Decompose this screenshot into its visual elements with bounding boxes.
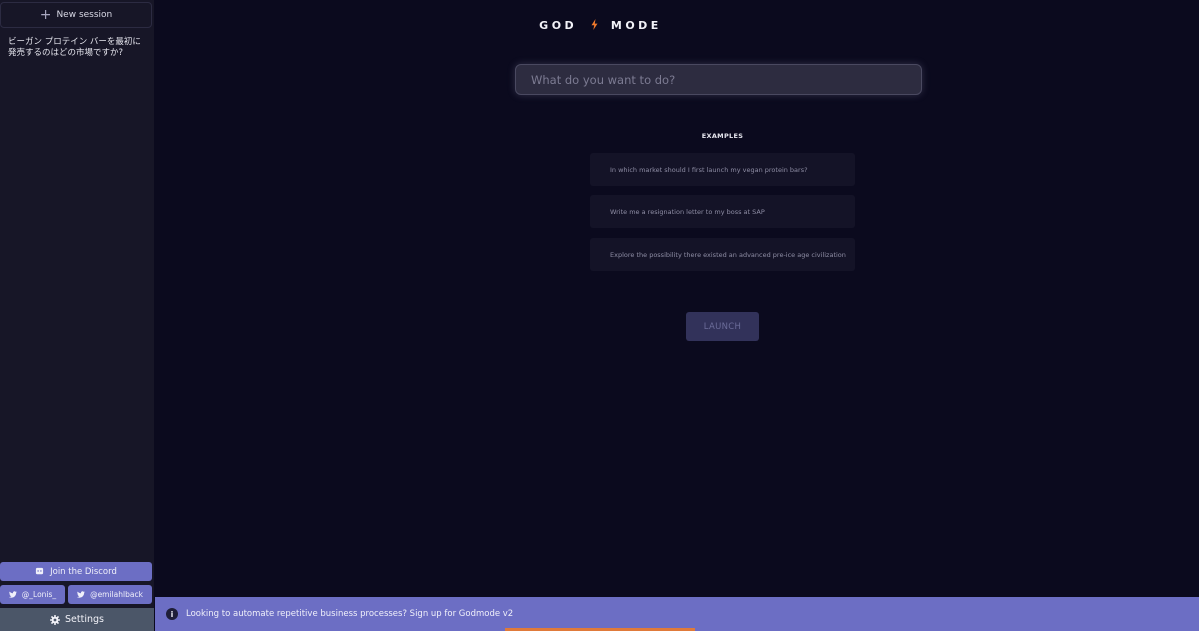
example-prompt[interactable]: In which market should I first launch my… bbox=[590, 153, 855, 186]
promo-banner-text: Looking to automate repetitive business … bbox=[186, 609, 514, 619]
twitter-handle: @_Lonis_ bbox=[21, 590, 57, 599]
example-prompt[interactable]: Explore the possibility there existed an… bbox=[590, 238, 855, 271]
twitter-handle: @emilahlback bbox=[90, 590, 143, 599]
sidebar: + New session ビーガン プロテイン バーを最初に発売するのはどの市… bbox=[0, 0, 154, 631]
logo-text-left: GOD bbox=[539, 19, 578, 32]
promo-banner[interactable]: i Looking to automate repetitive busines… bbox=[155, 597, 1199, 631]
gear-icon bbox=[50, 614, 61, 625]
twitter-icon bbox=[8, 591, 17, 598]
app-logo: GOD MODE bbox=[479, 19, 722, 32]
discord-icon bbox=[35, 567, 44, 576]
join-discord-button[interactable]: Join the Discord bbox=[0, 562, 152, 581]
lightning-bolt-icon bbox=[583, 19, 605, 32]
join-discord-label: Join the Discord bbox=[50, 566, 117, 577]
twitter-icon bbox=[77, 591, 86, 598]
session-history-item[interactable]: ビーガン プロテイン バーを最初に発売するのはどの市場ですか? bbox=[8, 37, 148, 59]
example-prompt[interactable]: Write me a resignation letter to my boss… bbox=[590, 195, 855, 228]
twitter-link-emilahlback[interactable]: @emilahlback bbox=[68, 585, 152, 604]
task-input[interactable] bbox=[515, 64, 922, 95]
twitter-link-lonis[interactable]: @_Lonis_ bbox=[0, 585, 65, 604]
logo-text-right: MODE bbox=[610, 19, 662, 32]
plus-icon: + bbox=[39, 7, 52, 23]
new-session-label: New session bbox=[56, 10, 113, 20]
examples-heading: EXAMPLES bbox=[701, 132, 744, 140]
settings-button[interactable]: Settings bbox=[0, 608, 154, 631]
info-icon: i bbox=[166, 608, 178, 620]
settings-label: Settings bbox=[65, 614, 104, 625]
launch-button[interactable]: LAUNCH bbox=[686, 312, 759, 341]
new-session-button[interactable]: + New session bbox=[0, 2, 152, 28]
